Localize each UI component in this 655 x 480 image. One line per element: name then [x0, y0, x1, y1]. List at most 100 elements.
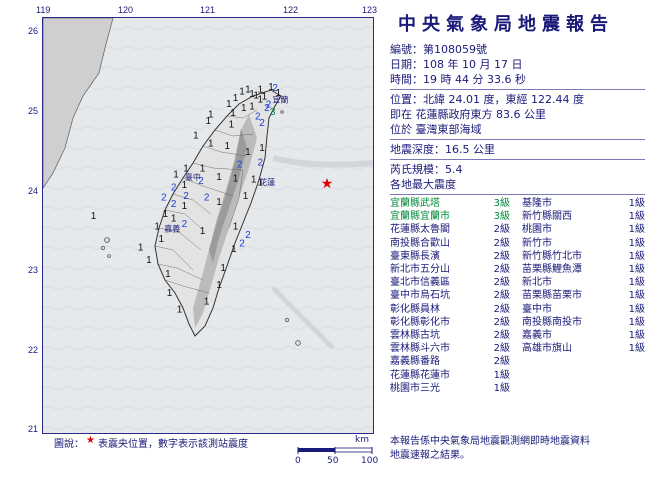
spacer	[510, 329, 522, 342]
station-intensity-label: 1	[230, 108, 236, 119]
spacer	[510, 276, 522, 289]
station-intensity-label: 1	[200, 226, 206, 237]
station-intensity-label: 1	[182, 201, 188, 212]
station-intensity: 1級	[628, 211, 645, 223]
station-intensity: 3級	[493, 198, 510, 209]
station-name: 臺中市	[522, 303, 552, 315]
station-intensity: 2級	[493, 356, 510, 368]
station-intensity: 2級	[493, 237, 510, 249]
depth-label: 地震深度：	[390, 143, 445, 156]
station-name: 新北市五分山	[390, 264, 450, 276]
depth-row: 地震深度：16.5 公里	[390, 142, 652, 157]
station-name: 苗栗縣鯉魚潭	[522, 264, 582, 276]
scale-label-100: 100	[361, 456, 379, 466]
position-relative: 即在 花蓮縣政府東方 83.6 公里	[390, 108, 546, 121]
station-intensity-label: 1	[171, 213, 177, 224]
scale-unit: km	[355, 435, 369, 445]
scale-bar: km 0 50 100	[295, 435, 379, 475]
station-intensity-label: 1	[167, 288, 173, 299]
intensity-row: 新北市五分山 2級 苗栗縣鯉魚潭 1級	[390, 263, 645, 276]
station-name: 南投縣南投市	[522, 316, 582, 328]
intensity-map[interactable]: 1111121111112321111122111111221112111121…	[42, 17, 374, 434]
spacer	[510, 342, 522, 355]
station-intensity-label: 1	[193, 130, 199, 141]
station-intensity: 1級	[628, 277, 645, 289]
lat-tick-22: 22	[28, 345, 39, 355]
time-row: 時間：19 時 44 分 33.6 秒	[390, 72, 652, 87]
station-intensity: 2級	[493, 303, 510, 315]
city-label-yilan: 宜蘭	[272, 95, 288, 105]
station-intensity-label: 1	[233, 174, 239, 185]
date-label: 日期：	[390, 58, 423, 71]
station-intensity-label: 1	[182, 180, 188, 191]
station-intensity-label: 2	[171, 183, 177, 194]
station-name: 桃園市	[522, 224, 552, 236]
station-name: 宜蘭縣武塔	[390, 198, 440, 209]
divider	[390, 139, 645, 140]
city-label-hualien: 花蓮	[259, 177, 275, 187]
intensity-row: 花蓮縣花蓮市 1級	[390, 369, 645, 382]
station-intensity-label: 1	[146, 255, 152, 266]
intensity-header: 各地最大震度	[390, 178, 456, 191]
number-label: 編號：	[390, 43, 423, 56]
spacer	[510, 369, 522, 382]
station-intensity-label: 1	[216, 172, 222, 183]
station-intensity: 1級	[628, 250, 645, 262]
map-panel: 1111121111112321111122111111221112111121…	[0, 0, 384, 480]
station-intensity-label: 1	[231, 244, 237, 255]
station-intensity-label: 1	[225, 141, 231, 152]
intensity-row: 彰化縣彰化市 2級 南投縣南投市 1級	[390, 316, 645, 329]
station-intensity	[612, 355, 645, 368]
station-intensity-label: 3	[270, 107, 276, 118]
position-row: 位置：北緯 24.01 度，東經 122.44 度	[390, 92, 652, 107]
footer-line-2: 地震速報之結果。	[390, 450, 470, 461]
intensity-table: 宜蘭縣武塔 3級 基隆市 1級 宜蘭縣宜蘭市 3級 新竹縣關西 1級 花蓮縣太魯閣 2級 桃園市 1級…	[390, 197, 645, 395]
number-row: 編號：第108059號	[390, 42, 652, 57]
station-intensity-label: 1	[233, 222, 239, 233]
station-intensity-label: 2	[239, 238, 245, 249]
station-intensity-label: 1	[165, 269, 171, 280]
divider	[390, 89, 645, 90]
station-intensity: 2級	[493, 250, 510, 262]
station-name: 彰化縣彰化市	[390, 316, 450, 328]
station-intensity: 1級	[628, 303, 645, 315]
spacer	[510, 250, 522, 263]
station-intensity-label: 2	[171, 199, 177, 210]
station-intensity-label: 1	[206, 116, 212, 127]
station-name: 新北市	[522, 277, 552, 289]
station-intensity-label: 1	[91, 211, 97, 222]
lon-tick-119: 119	[36, 5, 51, 15]
spacer	[510, 197, 522, 210]
station-intensity-label: 1	[233, 93, 239, 104]
station-name: 高雄市旗山	[522, 343, 572, 355]
station-intensity-label: 1	[154, 222, 160, 233]
station-intensity-label: 1	[245, 85, 251, 96]
spacer	[510, 382, 522, 395]
spacer	[510, 210, 522, 223]
station-intensity-label: 2	[182, 219, 188, 230]
epicenter-star-icon[interactable]: ★	[321, 176, 334, 192]
date-value: 108 年 10 月 17 日	[423, 58, 523, 71]
position-region: 位於 臺灣東部海域	[390, 123, 482, 136]
station-intensity: 1級	[493, 369, 510, 381]
station-name: 新竹市	[522, 237, 552, 249]
station-intensity: 2級	[493, 224, 510, 236]
station-intensity: 1級	[628, 264, 645, 276]
intensity-row: 雲林縣斗六市 2級 高雄市旗山 1級	[390, 342, 645, 355]
station-name: 花蓮縣太魯閣	[390, 224, 450, 236]
station-intensity-label: 2	[258, 158, 264, 169]
station-intensity-label: 1	[163, 209, 169, 220]
station-intensity-label: 1	[243, 191, 249, 202]
station-intensity: 3級	[493, 211, 510, 223]
station-name: 嘉義縣番路	[390, 356, 440, 368]
station-intensity: 2級	[493, 316, 510, 328]
station-name: 雲林縣斗六市	[390, 343, 450, 355]
spacer	[510, 263, 522, 276]
intensity-row: 臺北市信義區 2級 新北市 1級	[390, 276, 645, 289]
magnitude-row: 芮氏規模：5.4	[390, 162, 652, 177]
station-intensity-label: 1	[220, 263, 226, 274]
station-intensity	[612, 369, 645, 382]
station-intensity: 2級	[493, 330, 510, 342]
lon-tick-120: 120	[118, 5, 134, 15]
scale-label-50: 50	[327, 456, 339, 466]
